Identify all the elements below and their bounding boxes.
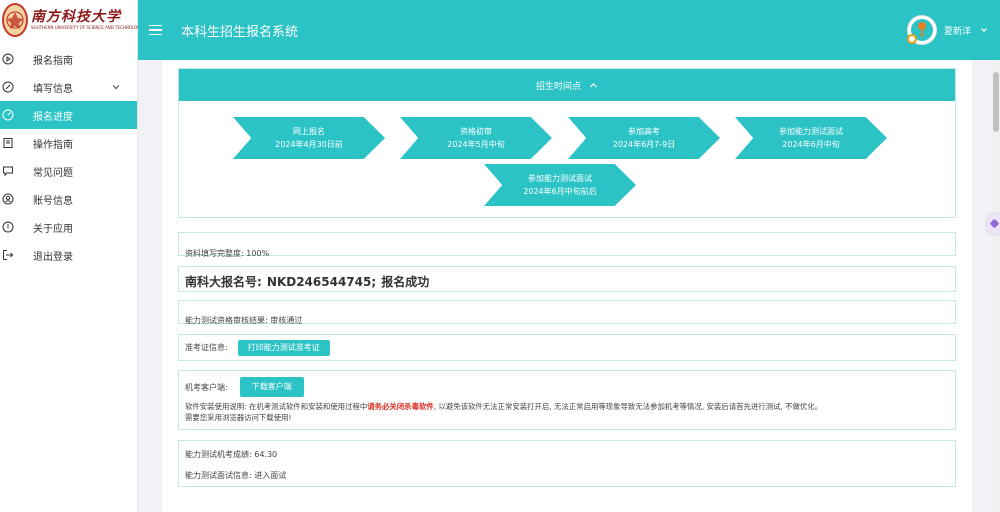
sidebar-item-label: 报名进度	[33, 111, 73, 123]
book-icon	[2, 137, 14, 149]
edit-icon	[2, 81, 14, 93]
sidebar-item-about[interactable]: 关于应用	[0, 213, 137, 241]
admit-card-card: 准考证信息: 打印能力测试准考证	[178, 334, 956, 361]
menu-toggle-icon[interactable]	[149, 24, 162, 37]
sidebar-item-faq[interactable]: 常见问题	[0, 157, 137, 185]
sidebar-item-guide[interactable]: 报名指南	[0, 45, 137, 73]
sidebar-item-fill-info[interactable]: 填写信息	[0, 73, 137, 101]
timeline-step: 参加能力测试面试 2024年6月中旬前后	[484, 164, 636, 206]
chevron-up-icon[interactable]	[589, 81, 598, 90]
scrollbar-thumb[interactable]	[993, 72, 999, 132]
sidebar-item-progress[interactable]: 报名进度	[0, 101, 137, 129]
user-menu[interactable]: 夏新洋	[906, 15, 988, 45]
logo-name-cn: 南方科技大学	[31, 9, 121, 25]
status-dot-icon	[906, 34, 917, 44]
step-name: 参加能力测试面试	[779, 127, 843, 136]
step-name: 参加能力测试面试	[528, 174, 592, 183]
step-date: 2024年6月中旬前后	[523, 187, 597, 196]
timeline-step: 网上报名 2024年4月30日前	[233, 117, 385, 159]
exam-client-card: 机考客户端: 下载客户端 软件安装使用说明: 在机考测试软件和安装和使用过程中请…	[178, 370, 956, 430]
chat-icon	[2, 165, 14, 177]
info-icon	[2, 221, 14, 233]
logo-name-en: SOUTHERN UNIVERSITY OF SCIENCE AND TECHN…	[31, 25, 143, 30]
print-admit-card-button[interactable]: 打印能力测试准考证	[237, 339, 330, 356]
sidebar-item-label: 填写信息	[33, 83, 73, 95]
sidebar-item-label: 账号信息	[33, 195, 73, 207]
step-date: 2024年6月7-9日	[612, 140, 676, 149]
timeline-step: 参加能力测试面试 2024年6月中旬	[735, 117, 887, 159]
test-score-text: 能力测试机考成绩: 64.30	[185, 450, 278, 459]
timeline-step: 资格初审 2024年5月中旬	[400, 117, 552, 159]
step-date: 2024年4月30日前	[275, 140, 343, 149]
chevron-down-icon[interactable]	[980, 26, 988, 34]
download-client-button[interactable]: 下载客户端	[239, 377, 304, 397]
interview-info-text: 能力测试面试信息: 进入面试	[185, 471, 287, 480]
timeline-header[interactable]: 招生时间点	[179, 69, 955, 101]
admission-timeline: 招生时间点 网上报名 2024年4月30日前 资格初审 2024年5月中旬 参加…	[178, 68, 956, 218]
install-notice-text-suffix: , 以避免该软件无法正常安装打开启, 无法正常启用等现象导致无法参加机考等情况,…	[433, 402, 823, 411]
sidebar-item-manual[interactable]: 操作指南	[0, 129, 137, 157]
play-circle-icon	[2, 53, 14, 65]
step-date: 2024年5月中旬	[447, 140, 505, 149]
university-logo[interactable]: 南方科技大学 SOUTHERN UNIVERSITY OF SCIENCE AN…	[0, 0, 143, 40]
test-result-card: 能力测试机考成绩: 64.30 能力测试面试信息: 进入面试	[178, 440, 956, 487]
registration-label: 南科大报名号:	[185, 275, 262, 289]
step-date: 2024年6月中旬	[782, 140, 840, 149]
sidebar-item-label: 常见问题	[33, 167, 73, 179]
step-name: 网上报名	[293, 127, 325, 136]
install-notice-line2: 需要您采用浏览器访问下载使用!	[185, 413, 292, 422]
user-icon	[2, 193, 14, 205]
timeline-title: 招生时间点	[535, 81, 581, 92]
step-name: 参加高考	[628, 127, 660, 136]
registration-status: 报名成功	[381, 275, 430, 289]
sidebar-item-account[interactable]: 账号信息	[0, 185, 137, 213]
user-name: 夏新洋	[943, 26, 971, 37]
floating-assistant-icon[interactable]	[987, 214, 1000, 234]
registration-number: NKD246544745	[266, 275, 372, 289]
sidebar-item-label: 操作指南	[33, 139, 73, 151]
registration-card: 南科大报名号: NKD246544745; 报名成功	[178, 266, 956, 292]
step-name: 资格初审	[460, 127, 492, 136]
admit-card-label: 准考证信息:	[185, 343, 228, 352]
sidebar-item-logout[interactable]: 退出登录	[0, 241, 137, 269]
sidebar-nav: 报名指南 填写信息 报名进度 操作指南 常见问题 账号信息 关于应用 退出登录	[0, 45, 137, 269]
logout-icon	[2, 249, 14, 261]
sidebar-item-label: 关于应用	[33, 223, 73, 235]
review-card: 能力测试资格审核结果: 审核通过	[178, 300, 956, 325]
avatar[interactable]	[906, 15, 937, 45]
install-notice-warning: 请务必关闭杀毒软件	[367, 402, 434, 411]
exam-client-label: 机考客户端:	[185, 382, 228, 392]
page-scrollbar[interactable]	[992, 60, 1000, 512]
top-header: 本科生招生报名系统 夏新洋	[138, 0, 1000, 60]
sidebar: 南方科技大学 SOUTHERN UNIVERSITY OF SCIENCE AN…	[0, 0, 143, 512]
completion-card: 资料填写完整度: 100%	[178, 232, 956, 258]
app-title: 本科生招生报名系统	[181, 24, 299, 40]
timeline-step: 参加高考 2024年6月7-9日	[568, 117, 720, 159]
review-result-text: 能力测试资格审核结果: 审核通过	[185, 316, 303, 325]
gauge-icon	[2, 109, 14, 121]
sidebar-item-label: 报名指南	[33, 55, 73, 67]
chevron-down-icon[interactable]	[111, 82, 121, 92]
completion-text: 资料填写完整度: 100%	[185, 249, 270, 258]
university-emblem-icon	[2, 3, 28, 37]
sidebar-item-label: 退出登录	[33, 251, 73, 263]
install-notice-text: 软件安装使用说明: 在机考测试软件和安装和使用过程中	[185, 402, 368, 411]
